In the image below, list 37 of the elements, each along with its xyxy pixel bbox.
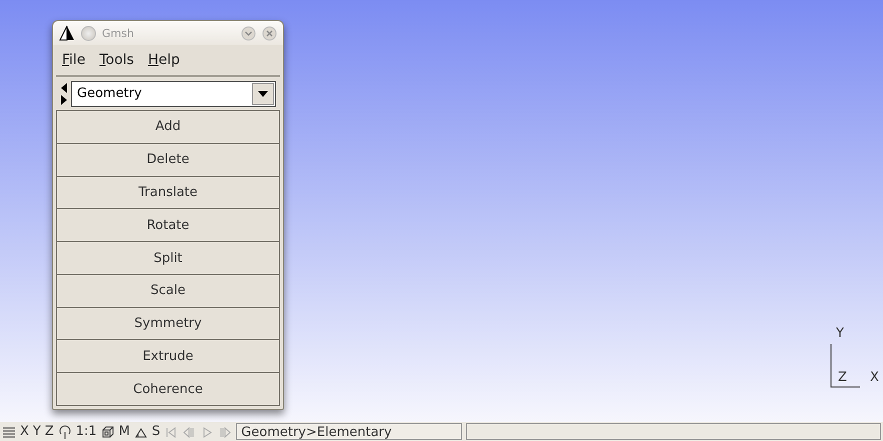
action-button[interactable]: Symmetry [56,306,280,340]
axis-label: Y [836,326,844,341]
action-button[interactable]: Translate [56,176,280,210]
window-title: Gmsh [102,26,134,40]
toolbar-button[interactable]: S [152,424,160,439]
toolbar-button[interactable]: Y [32,424,41,439]
menu-item[interactable]: File [62,52,86,68]
toolbar-button[interactable]: Z [44,424,54,439]
action-button[interactable]: Add [56,110,280,144]
skip-back-icon[interactable] [164,424,178,438]
close-button[interactable] [262,26,277,40]
action-button[interactable]: Extrude [56,339,280,374]
toolbar-button[interactable]: M [118,424,130,439]
step-forward-icon[interactable] [218,424,232,438]
axes-drawing [830,344,860,388]
toolbar-button[interactable]: X [20,424,29,439]
toolbar-button[interactable]: 1:1 [76,424,97,439]
action-button[interactable]: Split [56,241,280,275]
minimize-button[interactable] [241,26,256,40]
axis-label: X [870,370,879,385]
menu-item[interactable]: Help [148,52,180,68]
menu-icon[interactable] [2,424,16,438]
menu-item[interactable]: Tools [99,52,134,68]
axis-label: Z [838,370,847,385]
dropdown-arrow-icon [257,90,269,98]
status-message: Geometry>Elementary [236,423,462,440]
navigation-arrows-icon[interactable] [60,80,68,106]
step-back-icon[interactable] [182,424,196,438]
action-button[interactable]: Delete [56,142,280,177]
cube-icon[interactable] [100,424,115,438]
action-button[interactable]: Coherence [56,372,280,406]
window-menu-button[interactable] [81,26,96,40]
action-button[interactable]: Scale [56,274,280,308]
rotate-icon[interactable] [58,424,72,438]
module-dropdown[interactable]: Geometry [71,80,276,106]
action-button[interactable]: Rotate [56,208,280,242]
logo-icon [59,25,75,41]
